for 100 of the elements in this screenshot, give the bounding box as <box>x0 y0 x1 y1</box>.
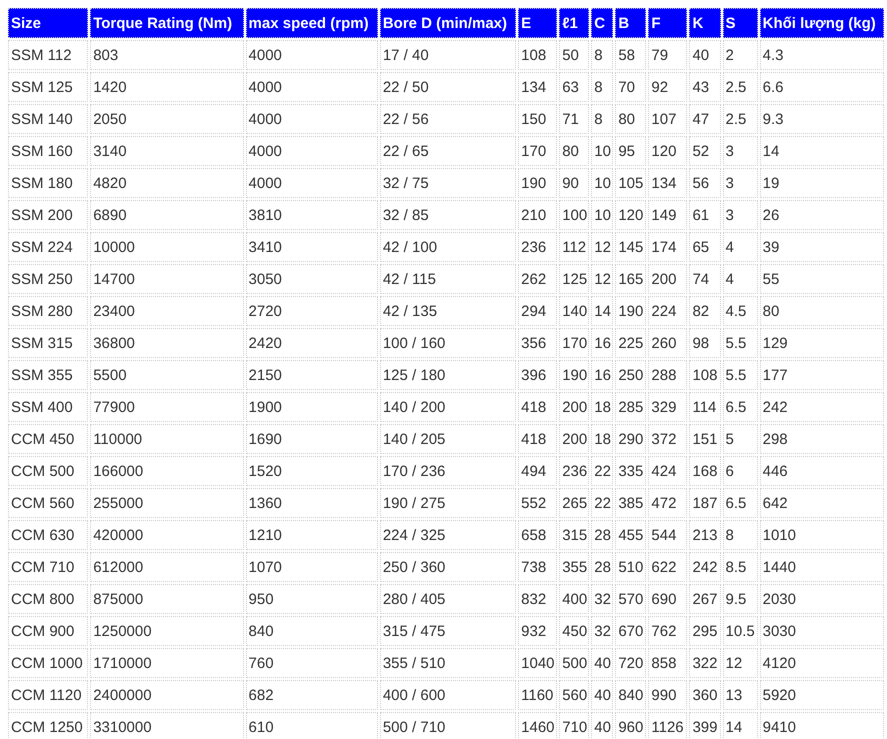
table-cell: 288 <box>648 360 688 390</box>
table-cell: 670 <box>615 616 646 646</box>
table-cell: 858 <box>648 648 688 678</box>
table-cell: 70 <box>615 72 646 102</box>
table-cell: 19 <box>760 168 884 198</box>
table-cell: 1160 <box>518 680 558 710</box>
table-cell: 1440 <box>760 552 884 582</box>
table-cell: SSM 180 <box>8 168 88 198</box>
table-cell: 40 <box>591 712 614 739</box>
table-cell: 9.3 <box>760 104 884 134</box>
table-cell: 400 / 600 <box>380 680 516 710</box>
table-cell: 690 <box>648 584 688 614</box>
table-cell: 1250000 <box>90 616 244 646</box>
table-cell: 55 <box>760 264 884 294</box>
table-cell: 47 <box>689 104 721 134</box>
table-cell: CCM 630 <box>8 520 88 550</box>
table-cell: SSM 140 <box>8 104 88 134</box>
table-cell: 80 <box>559 136 590 166</box>
table-cell: 1710000 <box>90 648 244 678</box>
table-cell: 9.5 <box>722 584 758 614</box>
table-cell: 2400000 <box>90 680 244 710</box>
table-cell: 18 <box>591 424 614 454</box>
table-cell: 3 <box>722 136 758 166</box>
table-cell: 1070 <box>246 552 378 582</box>
table-cell: 224 <box>648 296 688 326</box>
table-cell: 420000 <box>90 520 244 550</box>
table-cell: 2720 <box>246 296 378 326</box>
table-cell: 760 <box>246 648 378 678</box>
table-cell: 149 <box>648 200 688 230</box>
table-cell: SSM 250 <box>8 264 88 294</box>
table-cell: 500 / 710 <box>380 712 516 739</box>
table-cell: 612000 <box>90 552 244 582</box>
table-cell: 236 <box>518 232 558 262</box>
table-cell: 242 <box>760 392 884 422</box>
table-cell: 100 / 160 <box>380 328 516 358</box>
table-cell: 28 <box>591 520 614 550</box>
table-cell: 42 / 135 <box>380 296 516 326</box>
table-cell: 14700 <box>90 264 244 294</box>
table-cell: 22 <box>591 488 614 518</box>
table-cell: 1420 <box>90 72 244 102</box>
table-cell: 622 <box>648 552 688 582</box>
column-header: C <box>591 8 614 38</box>
table-cell: 6.6 <box>760 72 884 102</box>
table-cell: 4.3 <box>760 40 884 70</box>
table-cell: 105 <box>615 168 646 198</box>
table-cell: 5.5 <box>722 360 758 390</box>
table-cell: 22 <box>591 456 614 486</box>
table-cell: 4820 <box>90 168 244 198</box>
table-cell: 140 <box>559 296 590 326</box>
table-cell: 17 / 40 <box>380 40 516 70</box>
table-cell: 418 <box>518 424 558 454</box>
table-cell: 255000 <box>90 488 244 518</box>
table-cell: 356 <box>518 328 558 358</box>
table-cell: 4000 <box>246 104 378 134</box>
table-cell: 190 <box>559 360 590 390</box>
table-cell: 170 / 236 <box>380 456 516 486</box>
table-cell: 151 <box>689 424 721 454</box>
table-cell: 95 <box>615 136 646 166</box>
table-cell: 803 <box>90 40 244 70</box>
table-cell: 1010 <box>760 520 884 550</box>
table-cell: 39 <box>760 232 884 262</box>
table-cell: SSM 315 <box>8 328 88 358</box>
table-cell: 40 <box>591 648 614 678</box>
table-cell: 385 <box>615 488 646 518</box>
table-cell: 213 <box>689 520 721 550</box>
table-cell: 3 <box>722 200 758 230</box>
table-cell: SSM 200 <box>8 200 88 230</box>
column-header: Khối lượng (kg) <box>760 8 884 38</box>
table-cell: 3 <box>722 168 758 198</box>
table-cell: 932 <box>518 616 558 646</box>
table-cell: 2150 <box>246 360 378 390</box>
table-cell: 285 <box>615 392 646 422</box>
table-cell: 10 <box>591 200 614 230</box>
table-cell: 682 <box>246 680 378 710</box>
table-cell: 2050 <box>90 104 244 134</box>
table-cell: 298 <box>760 424 884 454</box>
table-cell: 294 <box>518 296 558 326</box>
table-cell: 658 <box>518 520 558 550</box>
table-cell: 280 / 405 <box>380 584 516 614</box>
table-cell: 5 <box>722 424 758 454</box>
table-cell: 108 <box>689 360 721 390</box>
table-cell: 832 <box>518 584 558 614</box>
table-cell: 2030 <box>760 584 884 614</box>
table-cell: 13 <box>722 680 758 710</box>
table-cell: 450 <box>559 616 590 646</box>
table-cell: 960 <box>615 712 646 739</box>
table-cell: 322 <box>689 648 721 678</box>
table-cell: 22 / 65 <box>380 136 516 166</box>
table-cell: 738 <box>518 552 558 582</box>
table-cell: CCM 500 <box>8 456 88 486</box>
table-cell: 36800 <box>90 328 244 358</box>
column-header: Bore D (min/max) <box>380 8 516 38</box>
table-cell: 329 <box>648 392 688 422</box>
column-header: S <box>722 8 758 38</box>
table-cell: 32 / 75 <box>380 168 516 198</box>
table-cell: 63 <box>559 72 590 102</box>
table-cell: 190 / 275 <box>380 488 516 518</box>
table-cell: 6 <box>722 456 758 486</box>
table-cell: 1460 <box>518 712 558 739</box>
table-cell: 990 <box>648 680 688 710</box>
